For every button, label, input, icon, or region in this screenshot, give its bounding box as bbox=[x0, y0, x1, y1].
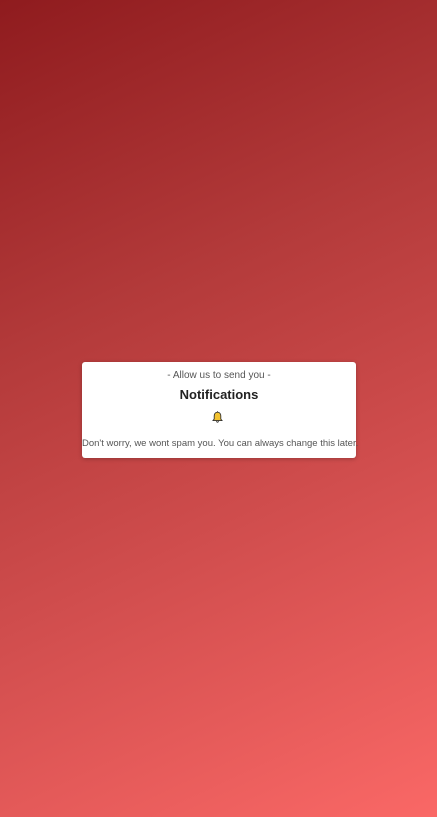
page-background: { "dialog": { "subtitle": "- Allow us to… bbox=[0, 0, 437, 817]
dialog-subtitle: - Allow us to send you - bbox=[167, 370, 271, 381]
bell-icon bbox=[212, 411, 223, 423]
notification-permission-dialog: - Allow us to send you - Notifications D… bbox=[82, 362, 359, 458]
dialog-title: Notifications bbox=[179, 387, 259, 402]
dialog-note: Don't worry, we wont spam you. You can a… bbox=[82, 438, 359, 449]
